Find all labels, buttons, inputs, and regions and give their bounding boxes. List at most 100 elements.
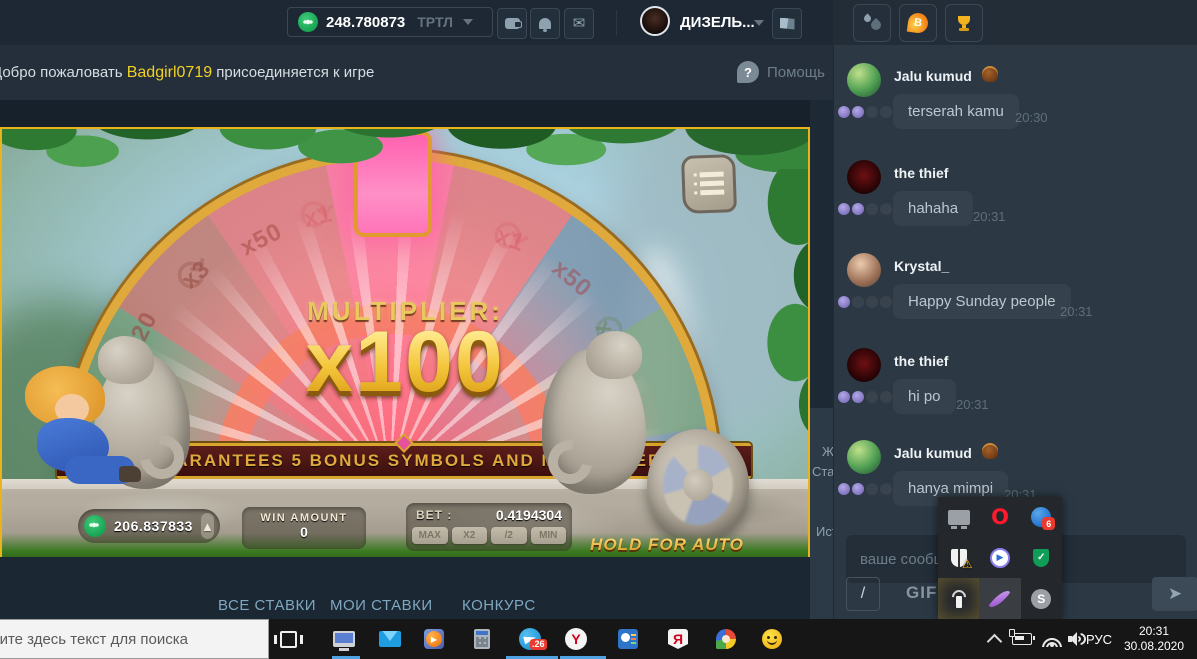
chat-message: Jalu kumud terserah kamu 20:30	[834, 60, 1197, 154]
yandex-browser-button[interactable]: Y	[564, 627, 588, 651]
spin-button[interactable]	[647, 429, 749, 541]
opera-icon: O	[991, 505, 1009, 529]
win-amount-box: WIN AMOUNT 0	[242, 507, 366, 549]
balance-pill[interactable]: 248.780873 ТРТЛ	[287, 7, 493, 37]
coin-icon	[84, 515, 106, 537]
chat-message: the thief hahaha 20:31	[834, 157, 1197, 251]
tray-transmitter-item[interactable]	[938, 578, 979, 619]
message-author[interactable]: the thief	[894, 165, 948, 181]
turkey-emoji	[982, 66, 998, 82]
bet-double-button[interactable]: X2	[452, 527, 488, 544]
chat-header: B Глобальный	[833, 0, 1197, 46]
mail-app-button[interactable]	[378, 627, 402, 651]
avatar[interactable]	[847, 440, 881, 474]
contest-button[interactable]	[945, 4, 983, 42]
avatar[interactable]	[847, 63, 881, 97]
display-icon	[948, 510, 970, 525]
tray-opera-item[interactable]: O	[979, 497, 1020, 538]
chevron-down-icon	[463, 19, 473, 25]
bet-half-button[interactable]: /2	[491, 527, 527, 544]
side-panel-label[interactable]: Ист	[816, 524, 833, 539]
powerpoint-button[interactable]	[616, 627, 640, 651]
send-message-button[interactable]: ➤	[1152, 577, 1197, 611]
plug-icon	[1009, 629, 1015, 637]
user-avatar[interactable]	[640, 6, 670, 36]
language-indicator[interactable]: РУС	[1086, 632, 1112, 647]
messages-button[interactable]: ✉	[564, 8, 594, 39]
help-label: Помощь	[767, 64, 825, 81]
taskbar-search-input[interactable]	[0, 619, 269, 659]
tab-my-bets[interactable]: МОИ СТАВКИ	[330, 597, 433, 614]
clock[interactable]: 20:31 30.08.2020	[1118, 624, 1190, 654]
rain-button[interactable]	[853, 4, 891, 42]
wallet-button[interactable]	[497, 8, 527, 39]
welcome-player-name[interactable]: Badgirl0719	[127, 64, 212, 81]
message-author[interactable]: Jalu kumud	[894, 68, 972, 84]
tray-antivirus-item[interactable]: ✓	[1021, 538, 1062, 579]
boy-character	[7, 366, 142, 506]
message-author[interactable]: the thief	[894, 353, 948, 369]
message-bubble: hi po	[893, 379, 956, 414]
tray-expand-button[interactable]	[982, 627, 1006, 651]
chat-message: Krystal_ Happy Sunday people 20:31	[834, 250, 1197, 344]
network-status[interactable]	[1040, 627, 1064, 651]
message-author[interactable]: Jalu kumud	[894, 445, 972, 461]
trophy-icon	[956, 15, 972, 31]
media-player-button[interactable]: ▶	[422, 627, 446, 651]
task-view-button[interactable]	[276, 627, 300, 651]
message-time: 20:30	[1015, 110, 1048, 125]
calculator-button[interactable]	[470, 627, 494, 651]
bet-max-button[interactable]: MAX	[412, 527, 448, 544]
spin-hub	[683, 469, 713, 501]
chevron-down-icon[interactable]	[754, 20, 764, 26]
avatar[interactable]	[847, 348, 881, 382]
currency-label: ТРТЛ	[417, 14, 453, 30]
message-author[interactable]: Krystal_	[894, 258, 949, 274]
tray-media-item[interactable]: ▶	[979, 538, 1020, 579]
wifi-icon	[1042, 632, 1062, 647]
tray-display-item[interactable]	[938, 497, 979, 538]
message-bubble: hahaha	[893, 191, 973, 226]
turkey-emoji	[982, 443, 998, 459]
gif-button[interactable]: GIF	[906, 583, 937, 603]
flag-icon	[780, 18, 795, 30]
mail-icon: ✉	[573, 16, 586, 31]
notifications-button[interactable]	[530, 8, 560, 39]
game-menu-button[interactable]	[681, 154, 737, 214]
balance-up-button[interactable]: ▲	[201, 513, 214, 539]
bet-min-button[interactable]: MIN	[531, 527, 567, 544]
chevron-up-icon	[986, 633, 1002, 649]
side-panel-label[interactable]: Ж	[822, 444, 833, 459]
clock-time: 20:31	[1118, 624, 1190, 639]
paint-button[interactable]	[714, 627, 738, 651]
message-bubble: terserah kamu	[893, 94, 1019, 129]
bet-label: BET :	[416, 508, 452, 522]
tray-app-item[interactable]	[1021, 497, 1062, 538]
notice-bar: Добро пожаловать Badgirl0719 присоединяе…	[0, 45, 833, 100]
telegram-button[interactable]: .26	[518, 627, 542, 651]
tray-defender-item[interactable]	[938, 538, 979, 579]
avatar[interactable]	[847, 253, 881, 287]
tray-skype-item[interactable]: S	[1021, 578, 1062, 619]
tab-all-bets[interactable]: ВСЕ СТАВКИ	[218, 597, 316, 614]
bonus-button[interactable]: B	[899, 4, 937, 42]
icq-button[interactable]	[760, 627, 784, 651]
antivirus-check-icon: ✓	[1033, 549, 1049, 567]
screen: 248.780873 ТРТЛ ✉ ДИЗЕЛЬ... B Глобальный…	[0, 0, 1197, 659]
avatar[interactable]	[847, 160, 881, 194]
flag-button[interactable]	[772, 8, 802, 39]
side-panel-label[interactable]: Стат	[812, 464, 833, 479]
tab-contest[interactable]: КОНКУРС	[462, 597, 536, 614]
windows-taskbar: ▶ .26 Y Я РУС 20:31 30.08.2020	[0, 619, 1197, 659]
yandex-button[interactable]: Я	[666, 627, 690, 651]
wallet-icon	[505, 18, 520, 29]
battery-status[interactable]	[1010, 627, 1034, 651]
system-tray-popup: O ▶ ✓ S	[938, 497, 1062, 619]
username[interactable]: ДИЗЕЛЬ...	[680, 14, 755, 31]
slash-command-button[interactable]: /	[846, 577, 880, 611]
help-button[interactable]: ? Помощь	[737, 61, 825, 83]
question-icon: ?	[737, 61, 759, 83]
remote-desktop-button[interactable]	[332, 627, 356, 651]
tray-feather-item[interactable]	[979, 578, 1020, 619]
task-view-icon	[280, 631, 297, 648]
